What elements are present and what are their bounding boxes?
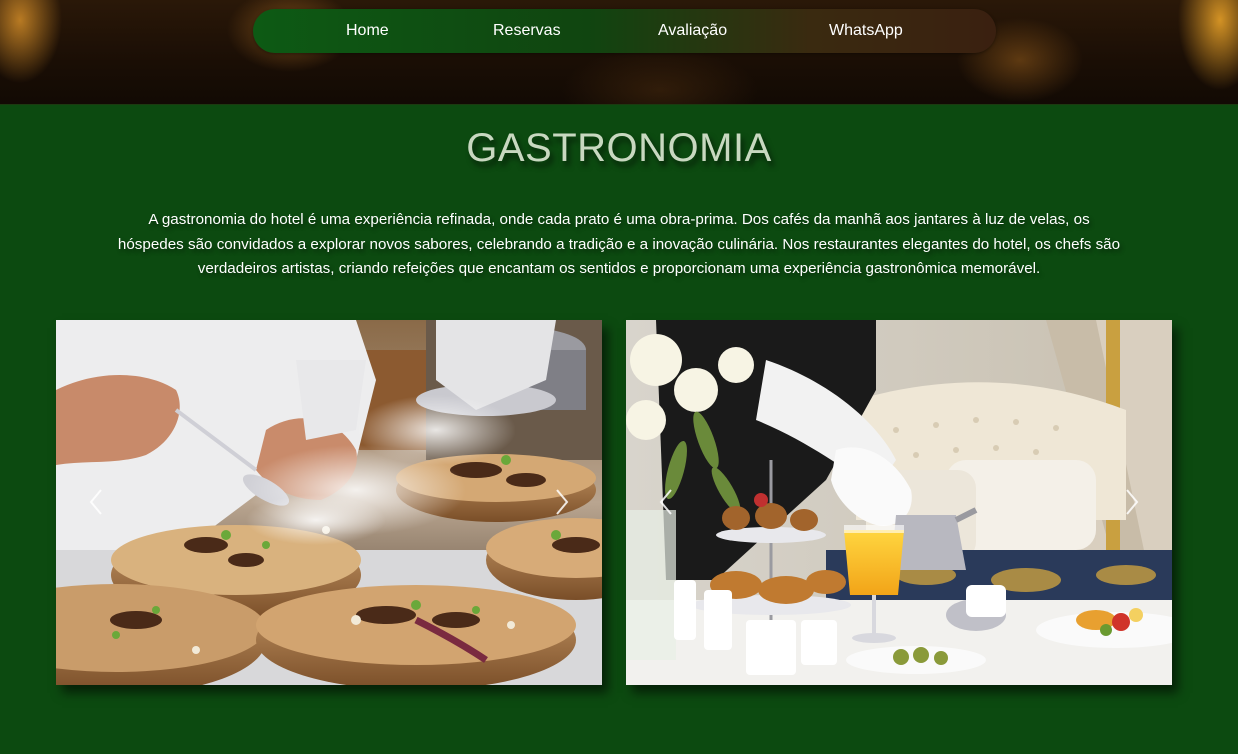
main-nav: Home Reservas Avaliação WhatsApp <box>253 9 996 53</box>
gastronomy-carousel-right <box>626 320 1172 685</box>
nav-avaliacao-link[interactable]: Avaliação <box>658 9 727 53</box>
hero-header: Home Reservas Avaliação WhatsApp <box>0 0 1238 105</box>
chevron-left-icon[interactable] <box>654 484 678 520</box>
nav-home-link[interactable]: Home <box>346 9 389 53</box>
gastronomy-carousel-left <box>56 320 602 685</box>
chef-plating-wooden-boards-photo <box>56 320 602 685</box>
nav-whatsapp-link[interactable]: WhatsApp <box>829 9 903 53</box>
nav-reservas-link[interactable]: Reservas <box>493 9 561 53</box>
chevron-right-icon[interactable] <box>1120 484 1144 520</box>
chevron-left-icon[interactable] <box>84 484 108 520</box>
section-title: GASTRONOMIA <box>466 126 772 170</box>
chevron-right-icon[interactable] <box>550 484 574 520</box>
section-intro: A gastronomia do hotel é uma experiência… <box>117 211 1121 277</box>
room-service-breakfast-photo <box>626 320 1172 685</box>
